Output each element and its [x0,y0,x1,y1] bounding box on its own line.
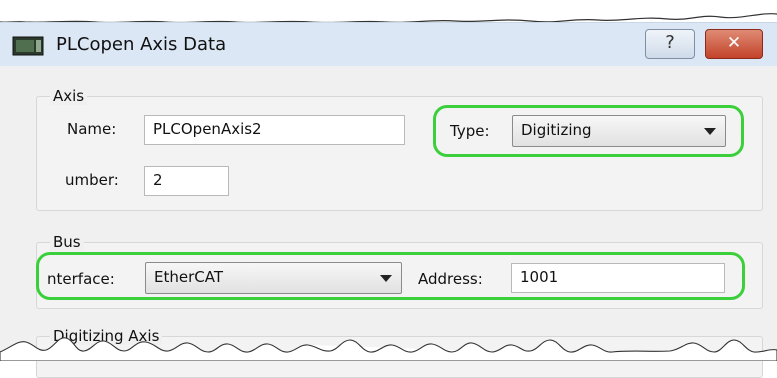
close-icon: ✕ [726,33,742,53]
title-bar[interactable]: PLCopen Axis Data ? ✕ [0,22,777,67]
name-field[interactable]: PLCOpenAxis2 [144,115,405,145]
type-select[interactable]: Digitizing [512,115,726,147]
type-value: Digitizing [521,121,592,139]
number-label: umber: [65,171,119,189]
chevron-down-icon [704,128,716,135]
interface-label: nterface: [47,270,115,288]
address-field[interactable]: 1001 [511,263,725,293]
number-field[interactable]: 2 [144,166,229,196]
question-icon: ? [665,32,675,53]
help-button[interactable]: ? [645,29,695,59]
window-title: PLCopen Axis Data [56,34,227,55]
torn-bottom-edge [0,337,777,361]
axis-group-title: Axis [50,87,88,105]
type-label: Type: [450,122,490,140]
address-label: Address: [418,270,483,288]
name-label: Name: [67,120,117,138]
interface-value: EtherCAT [154,268,223,286]
torn-top-edge [0,0,777,24]
interface-select[interactable]: EtherCAT [145,262,402,294]
plcopen-window-icon [12,36,44,56]
chevron-down-icon [380,275,392,282]
close-button[interactable]: ✕ [705,29,763,59]
bus-group-title: Bus [50,233,84,251]
dialog-body: Axis Name: PLCOpenAxis2 Type: Digitizing… [0,66,777,378]
